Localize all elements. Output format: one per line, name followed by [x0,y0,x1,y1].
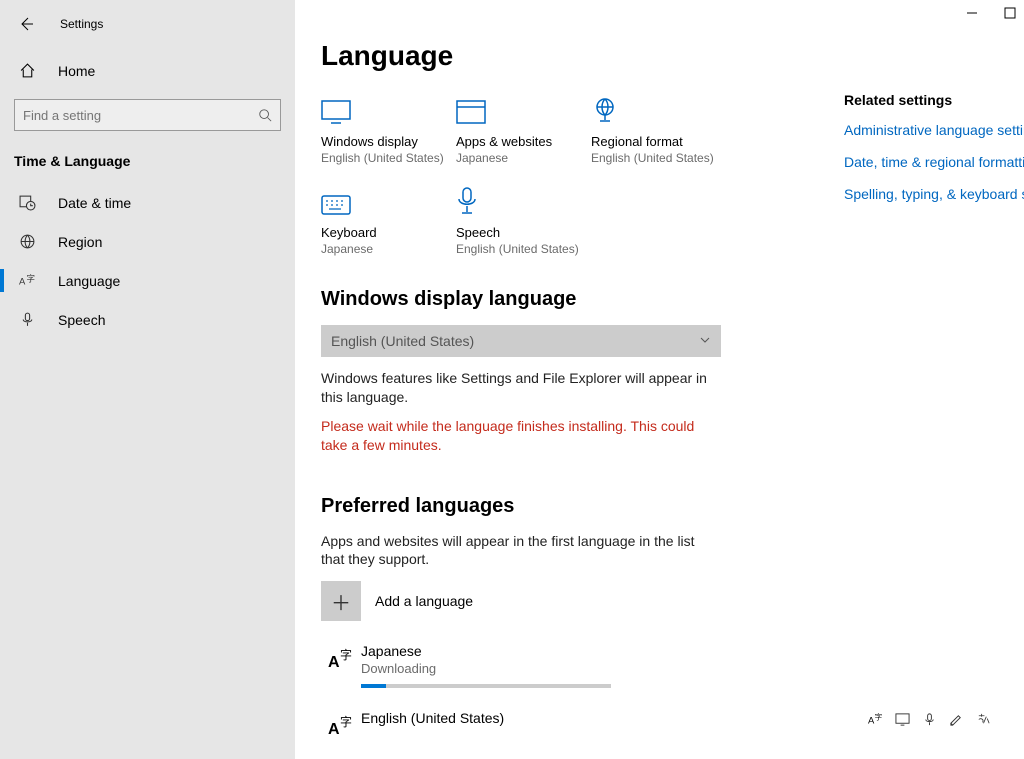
page-title: Language [321,40,1024,72]
home-icon [18,62,36,79]
text-to-speech-icon: A字 [868,712,883,732]
svg-text:A: A [328,654,340,671]
tile-sub: Japanese [456,151,591,165]
minimize-button[interactable] [966,6,980,20]
language-name: Japanese [361,643,611,659]
preferred-languages-heading: Preferred languages [321,495,1024,518]
svg-text:A: A [19,276,26,287]
language-glyph-icon: A字 [321,710,361,738]
related-settings-aside: Related settings Administrative language… [844,92,1024,218]
globe-stand-icon [591,96,726,124]
tile-heading: Keyboard [321,225,456,240]
tile-sub: English (United States) [321,151,456,165]
display-language-description: Windows features like Settings and File … [321,369,721,407]
main-content: Language Windows display English (United… [295,0,1024,759]
tile-sub: English (United States) [591,151,726,165]
language-status: Downloading [361,661,611,676]
check-icon [976,712,991,732]
link-date-time-regional[interactable]: Date, time & regional formatting [844,154,1024,170]
maximize-button[interactable] [1004,6,1018,20]
svg-text:字: 字 [26,273,35,283]
nav-speech[interactable]: Speech [0,300,295,339]
tile-keyboard[interactable]: Keyboard Japanese [321,187,456,256]
sidebar: Settings Home Time & Language Date & tim… [0,0,295,759]
nav-label: Language [58,273,120,289]
display-language-heading: Windows display language [321,288,1024,311]
tile-sub: English (United States) [456,242,591,256]
related-heading: Related settings [844,92,1024,108]
svg-text:字: 字 [340,714,352,729]
tile-heading: Apps & websites [456,134,591,149]
plus-icon: ＋ [321,581,361,621]
nav-label: Region [58,234,102,250]
home-label: Home [58,63,95,79]
app-title: Settings [60,17,103,31]
microphone-icon [18,311,36,328]
language-name: English (United States) [361,710,504,726]
preferred-languages-description: Apps and websites will appear in the fir… [321,532,721,570]
speech-icon [922,712,937,732]
chevron-down-icon [699,333,711,349]
dropdown-value: English (United States) [331,333,474,349]
tile-heading: Regional format [591,134,726,149]
link-admin-language[interactable]: Administrative language settings [844,122,1024,138]
window-icon [456,96,591,124]
tile-heading: Windows display [321,134,456,149]
add-language-button[interactable]: ＋ Add a language [321,581,1024,621]
nav-label: Date & time [58,195,131,211]
display-language-dropdown[interactable]: English (United States) [321,325,721,357]
monitor-icon [321,96,456,124]
back-button[interactable] [14,12,38,36]
tile-apps-websites[interactable]: Apps & websites Japanese [456,96,591,165]
language-icon: A字 [18,272,36,289]
language-glyph-icon: A字 [321,643,361,671]
category-title: Time & Language [0,145,295,183]
download-progress [361,684,611,688]
nav-date-time[interactable]: Date & time [0,183,295,222]
handwriting-icon [949,712,964,732]
nav-language[interactable]: A字 Language [0,261,295,300]
search-icon [250,108,280,122]
language-feature-badges: A字 [868,710,991,732]
tile-heading: Speech [456,225,591,240]
tile-regional-format[interactable]: Regional format English (United States) [591,96,726,165]
display-icon [895,712,910,732]
tile-windows-display[interactable]: Windows display English (United States) [321,96,456,165]
add-language-label: Add a language [375,593,473,609]
link-spelling-typing[interactable]: Spelling, typing, & keyboard settings [844,186,1024,202]
globe-icon [18,233,36,250]
display-language-warning: Please wait while the language finishes … [321,417,721,455]
nav-label: Speech [58,312,105,328]
nav-region[interactable]: Region [0,222,295,261]
home-nav[interactable]: Home [0,52,295,89]
calendar-clock-icon [18,194,36,211]
language-item-japanese[interactable]: A字 Japanese Downloading [321,643,1024,688]
svg-text:字: 字 [875,712,883,722]
tile-speech[interactable]: Speech English (United States) [456,187,591,256]
svg-text:字: 字 [340,647,352,662]
keyboard-icon [321,187,456,215]
microphone-icon [456,187,591,215]
tile-sub: Japanese [321,242,456,256]
search-input[interactable] [15,102,250,129]
language-item-english[interactable]: A字 English (United States) A字 [321,710,1021,738]
svg-text:A: A [328,721,340,738]
search-box[interactable] [14,99,281,131]
